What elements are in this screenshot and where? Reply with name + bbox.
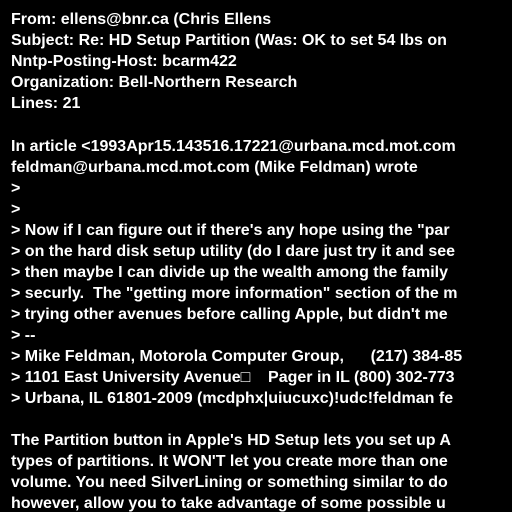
reply-line: volume. You need SilverLining or somethi…	[11, 474, 448, 491]
quoted-line: > 1101 East University Avenue□ Pager in …	[11, 369, 455, 386]
quoted-line: >	[11, 180, 21, 197]
quoted-line: > trying other avenues before calling Ap…	[11, 306, 448, 323]
header-nntp-host: Nntp-Posting-Host: bcarm422	[11, 53, 237, 70]
reply-line: however, allow you to take advantage of …	[11, 495, 446, 512]
reply-line: The Partition button in Apple's HD Setup…	[11, 432, 451, 449]
quoted-line: > Now if I can figure out if there's any…	[11, 222, 450, 239]
header-subject: Subject: Re: HD Setup Partition (Was: OK…	[11, 32, 447, 49]
quoted-line: > Mike Feldman, Motorola Computer Group,…	[11, 348, 463, 365]
attribution-line: feldman@urbana.mcd.mot.com (Mike Feldman…	[11, 159, 418, 176]
quoted-line: > on the hard disk setup utility (do I d…	[11, 243, 456, 260]
quoted-line: > --	[11, 327, 36, 344]
quoted-line: > securly. The "getting more information…	[11, 285, 458, 302]
header-lines: Lines: 21	[11, 95, 81, 112]
document-page: From: ellens@bnr.ca (Chris Ellens Subjec…	[0, 0, 512, 512]
reply-line: types of partitions. It WON'T let you cr…	[11, 453, 448, 470]
quoted-line: > Urbana, IL 61801-2009 (mcdphx|uiucuxc)…	[11, 390, 454, 407]
quoted-line: > then maybe I can divide up the wealth …	[11, 264, 448, 281]
attribution-line: In article <1993Apr15.143516.17221@urban…	[11, 138, 456, 155]
header-from: From: ellens@bnr.ca (Chris Ellens	[11, 11, 272, 28]
header-organization: Organization: Bell-Northern Research	[11, 74, 298, 91]
quoted-line: >	[11, 201, 21, 218]
